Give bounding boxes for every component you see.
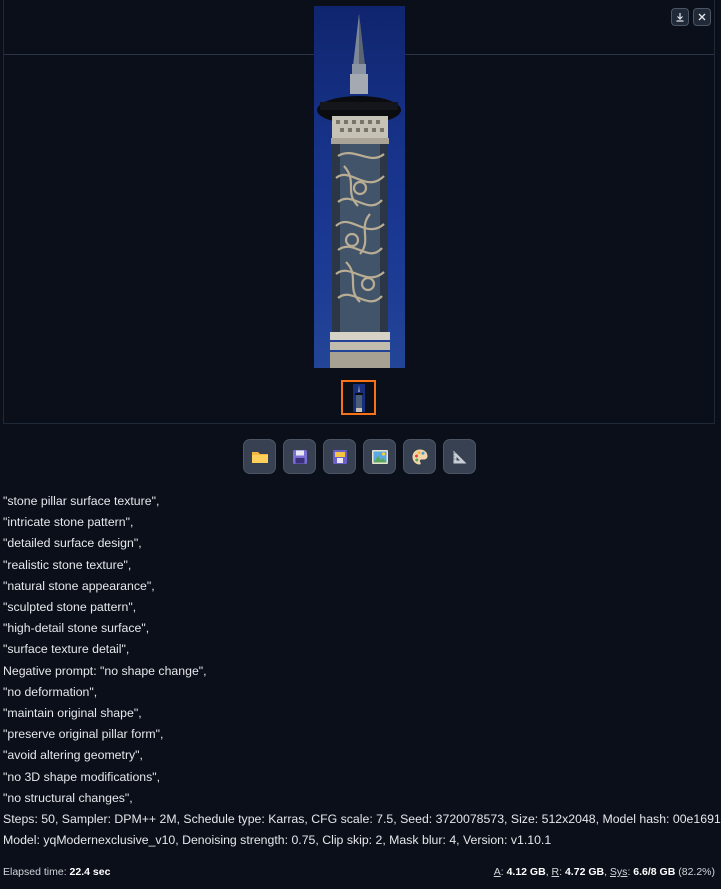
info-line: "high-detail stone surface", [3,621,150,636]
zip-button[interactable] [323,439,356,474]
elapsed-time: Elapsed time: 22.4 sec [3,866,110,878]
vram-stats: A: 4.12 GB, R: 4.72 GB, Sys: 6.6/8 GB (8… [493,866,715,878]
generated-image[interactable] [314,6,405,368]
save-icon [292,449,307,464]
info-line: "realistic stone texture", [3,557,132,572]
info-line: "preserve original pillar form", [3,727,164,742]
info-line: "detailed surface design", [3,536,142,551]
info-line: Steps: 50, Sampler: DPM++ 2M, Schedule t… [3,812,721,827]
info-line: "intricate stone pattern", [3,515,134,530]
info-line: "surface texture detail", [3,642,130,657]
close-icon [698,13,706,21]
save-button[interactable] [283,439,316,474]
minaret-image [317,14,401,368]
send-to-inpaint-button[interactable] [403,439,436,474]
generation-info: "stone pillar surface texture", "intrica… [3,491,721,851]
thumbnail-image [352,383,365,412]
info-line: "no 3D shape modifications", [3,769,161,784]
elapsed-value: 22.4 sec [69,866,111,878]
gallery-thumbnail[interactable] [341,380,376,415]
info-line: "maintain original shape", [3,706,142,721]
palette-icon [412,449,427,464]
ruler-triangle-icon [453,450,466,463]
info-line: "natural stone appearance", [3,578,155,593]
download-button[interactable] [671,8,689,26]
info-line: Model: yqModernexclusive_v10, Denoising … [3,833,552,848]
elapsed-label: Elapsed time: [3,866,70,878]
info-line: "no deformation", [3,684,98,699]
image-icon [371,449,388,464]
active-label: A [493,866,501,878]
info-line: Negative prompt: "no shape change", [3,663,207,678]
reserved-label: R [551,866,560,878]
send-to-img2img-button[interactable] [363,439,396,474]
info-line: "no structural changes", [3,790,133,805]
close-button[interactable] [693,8,711,26]
download-icon [676,13,684,22]
info-line: "sculpted stone pattern", [3,600,137,615]
sys-percent: (82.2%) [678,866,715,878]
info-line: "avoid altering geometry", [3,748,143,763]
image-gallery [3,0,715,424]
performance-footer: Elapsed time: 22.4 sec A: 4.12 GB, R: 4.… [3,862,715,882]
info-line: "stone pillar surface texture", [3,494,160,508]
image-toolbar [243,439,476,474]
open-folder-button[interactable] [243,439,276,474]
send-to-extras-button[interactable] [443,439,476,474]
sys-label: Sys [609,866,628,878]
reserved-value: 4.72 GB [564,866,605,878]
sys-value: 6.6/8 GB [633,866,676,878]
active-value: 4.12 GB [506,866,546,878]
zip-icon [332,449,347,464]
folder-icon [251,451,268,463]
